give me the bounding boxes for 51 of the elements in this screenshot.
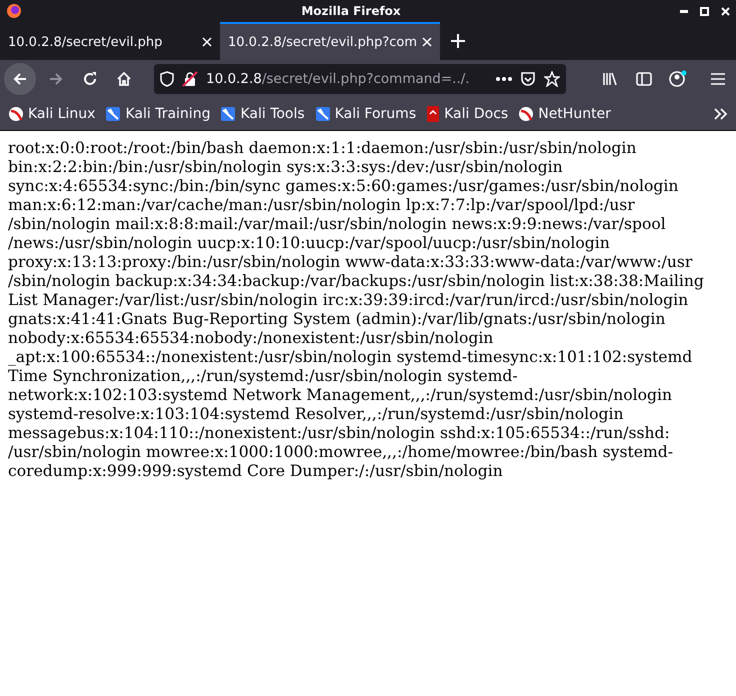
- pocket-icon[interactable]: [520, 71, 536, 87]
- library-icon: [602, 71, 618, 87]
- text-line: /sbin/nologin backup:x:34:34:backup:/var/backups:/usr/sbin/nologin list:x:38:38:Mailing: [8, 272, 704, 291]
- bookmark-link[interactable]: Kali Linux: [8, 106, 96, 122]
- forward-icon: [48, 71, 64, 87]
- reload-icon: [82, 71, 98, 87]
- url-text: 10.0.2.8/secret/evil.php?command=../.: [206, 71, 471, 87]
- more-icon[interactable]: [496, 77, 512, 81]
- text-line: List Manager:/var/list:/usr/sbin/nologin irc:x:39:39:ircd:/var/run/ircd:/usr/sbin/nologin: [8, 291, 688, 310]
- shield-icon[interactable]: [160, 71, 174, 87]
- text-line: proxy:x:13:13:proxy:/bin:/usr/sbin/nologin www-data:x:33:33:www-data:/var/www:/usr: [8, 253, 692, 272]
- text-line: root:x:0:0:root:/root:/bin/bash daemon:x:1:1:daemon:/usr/sbin:/usr/sbin/nologin: [8, 139, 636, 158]
- text-line: network:x:102:103:systemd Network Management,,,:/run/systemd:/usr/sbin/nologin: [8, 386, 672, 405]
- close-icon[interactable]: [422, 37, 432, 47]
- close-icon[interactable]: [202, 37, 212, 47]
- text-line: coredump:x:999:999:systemd Core Dumper:/:/usr/sbin/nologin: [8, 462, 503, 481]
- close-icon[interactable]: [721, 6, 730, 16]
- text-line: /sbin/nologin mail:x:8:8:mail:/var/mail:/usr/sbin/nologin news:x:9:9:news:/var/spool: [8, 215, 666, 234]
- text-line: messagebus:x:104:110::/nonexistent:/usr/sbin/nologin sshd:x:105:65534::/run/sshd:: [8, 424, 670, 443]
- text-line: _apt:x:100:65534::/nonexistent:/usr/sbin/nologin systemd-timesync:x:101:102:systemd: [8, 348, 692, 367]
- browser-tab[interactable]: 10.0.2.8/secret/evil.php?com: [220, 22, 440, 60]
- minimize-icon[interactable]: [680, 10, 688, 12]
- text-line: gnats:x:41:41:Gnats Bug-Reporting System (admin):/var/lib/gnats:/usr/sbin/nologin: [8, 310, 666, 329]
- document-icon: [426, 106, 440, 122]
- text-line: nobody:x:65534:65534:nobody:/nonexistent:/usr/sbin/nologin: [8, 329, 494, 348]
- sidebar-icon: [636, 71, 652, 87]
- text-line: man:x:6:12:man:/var/cache/man:/usr/sbin/nologin lp:x:7:7:lp:/var/spool/lpd:/usr: [8, 196, 635, 215]
- chevron-icon[interactable]: [714, 108, 728, 120]
- back-icon: [12, 71, 28, 87]
- plus-icon: [451, 34, 465, 48]
- bookmark-link[interactable]: Kali Docs: [426, 106, 508, 122]
- bookmark-link[interactable]: NetHunter: [518, 106, 611, 122]
- text-line: /news:/usr/sbin/nologin uucp:x:10:10:uucp:/var/spool/uucp:/usr/sbin/nologin: [8, 234, 610, 253]
- star-icon[interactable]: [544, 71, 560, 87]
- insecure-lock-icon[interactable]: [182, 71, 198, 87]
- bookmark-link[interactable]: Kali Forums: [314, 106, 416, 122]
- back-button[interactable]: [4, 63, 36, 95]
- text-line: /usr/sbin/nologin mowree:x:1000:1000:mowree,,,:/home/mowree:/bin/bash systemd-: [8, 443, 674, 462]
- text-line: Time Synchronization,,,:/run/systemd:/usr/sbin/nologin systemd-: [8, 367, 518, 386]
- address-bar[interactable]: 10.0.2.8/secret/evil.php?command=../.: [154, 64, 566, 94]
- bookmark-link[interactable]: Kali Tools: [220, 106, 305, 122]
- home-icon: [116, 71, 132, 87]
- browser-tab[interactable]: 10.0.2.8/secret/evil.php: [0, 22, 220, 60]
- menu-icon: [711, 73, 725, 85]
- text-line: bin:x:2:2:bin:/bin:/usr/sbin/nologin sys:x:3:3:sys:/dev:/usr/sbin/nologin: [8, 158, 563, 177]
- window-title: Mozilla Firefox: [300, 4, 402, 18]
- account-icon: [669, 70, 687, 88]
- maximize-icon[interactable]: [700, 6, 709, 16]
- text-line: systemd-resolve:x:103:104:systemd Resolver,,,:/run/systemd:/usr/sbin/nologin: [8, 405, 624, 424]
- text-line: sync:x:4:65534:sync:/bin:/bin/sync games:x:5:60:games:/usr/games:/usr/sbin/nologin: [8, 177, 678, 196]
- bookmark-link[interactable]: Kali Training: [105, 106, 210, 122]
